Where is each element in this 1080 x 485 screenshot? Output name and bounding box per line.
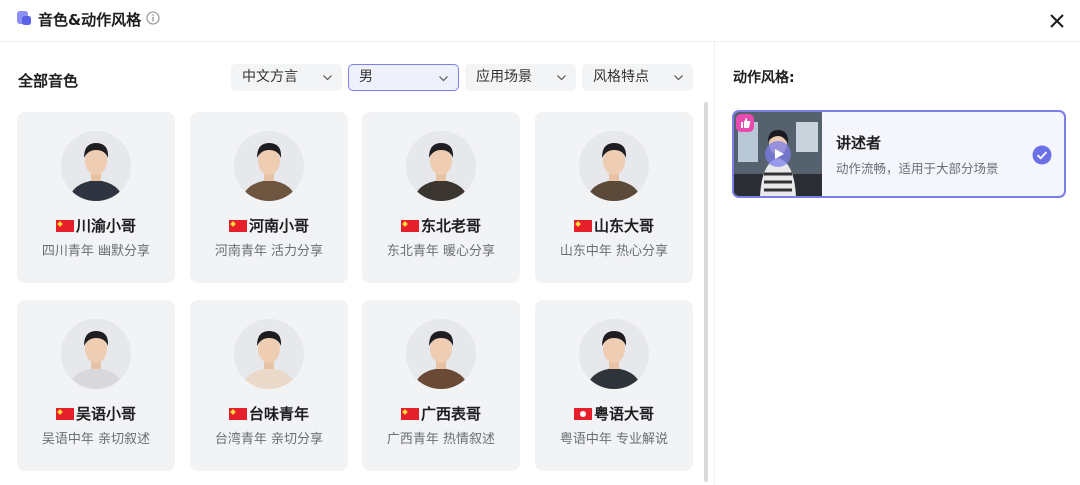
play-icon[interactable]: [765, 141, 791, 167]
chevron-down-icon: [674, 75, 683, 81]
style-description: 动作流畅，适用于大部分场景: [836, 161, 999, 176]
filter-label: 男: [359, 69, 373, 85]
flag-icon: [400, 408, 419, 420]
dialog-header: 音色&动作风格: [0, 0, 1080, 42]
voice-name: 粤语大哥: [535, 403, 693, 424]
chevron-down-icon: [323, 75, 332, 81]
filter-label: 风格特点: [593, 69, 649, 85]
filter-label: 中文方言: [242, 69, 298, 85]
chevron-down-icon: [557, 75, 566, 81]
person-avatar-icon: [579, 319, 649, 389]
voice-card[interactable]: 广西表哥 广西青年 热情叙述: [362, 300, 520, 471]
person-avatar-icon: [406, 131, 476, 201]
person-avatar-icon: [61, 319, 131, 389]
voice-description: 四川青年 幽默分享: [41, 244, 151, 259]
thumbs-up-icon: [736, 114, 754, 132]
voice-name: 东北老哥: [362, 215, 520, 236]
voice-bubble-icon: [17, 11, 31, 25]
voice-card[interactable]: 山东大哥 山东中年 热心分享: [535, 112, 693, 283]
flag-icon: [573, 408, 592, 420]
voice-description: 台湾青年 亲切分享: [214, 432, 324, 447]
avatar: [406, 319, 476, 389]
filter-label: 应用场景: [476, 69, 532, 85]
flag-icon: [400, 220, 419, 232]
info-icon[interactable]: [146, 11, 160, 25]
section-title: 全部音色: [18, 72, 79, 90]
person-avatar-icon: [406, 319, 476, 389]
avatar: [234, 131, 304, 201]
voice-card[interactable]: 吴语小哥 吴语中年 亲切叙述: [17, 300, 175, 471]
avatar: [579, 131, 649, 201]
style-thumbnail: [734, 112, 822, 196]
voice-card[interactable]: 河南小哥 河南青年 活力分享: [190, 112, 348, 283]
voice-description: 粤语中年 专业解说: [559, 432, 669, 447]
style-name: 讲述者: [836, 134, 882, 152]
voice-description: 吴语中年 亲切叙述: [41, 432, 151, 447]
voice-name-text: 河南小哥: [248, 217, 309, 235]
voice-name-text: 山东大哥: [593, 217, 654, 235]
voice-description: 广西青年 热情叙述: [386, 432, 496, 447]
voice-card[interactable]: 东北老哥 东北青年 暖心分享: [362, 112, 520, 283]
voice-card[interactable]: 台味青年 台湾青年 亲切分享: [190, 300, 348, 471]
panel-divider: [714, 42, 715, 485]
check-circle-icon: [1032, 145, 1052, 165]
voice-name: 台味青年: [190, 403, 348, 424]
dialog-title: 音色&动作风格: [38, 11, 142, 29]
voice-card[interactable]: 粤语大哥 粤语中年 专业解说: [535, 300, 693, 471]
person-avatar-icon: [234, 319, 304, 389]
person-avatar-icon: [61, 131, 131, 201]
filter-scenario[interactable]: 应用场景: [465, 64, 576, 91]
voice-name: 川渝小哥: [17, 215, 175, 236]
filter-gender[interactable]: 男: [348, 64, 459, 91]
flag-icon: [573, 220, 592, 232]
avatar: [406, 131, 476, 201]
voice-description: 东北青年 暖心分享: [386, 244, 496, 259]
action-style-card[interactable]: 讲述者 动作流畅，适用于大部分场景: [732, 110, 1066, 198]
flag-icon: [55, 408, 74, 420]
voice-description: 山东中年 热心分享: [559, 244, 669, 259]
close-icon[interactable]: [1046, 10, 1068, 32]
voice-name: 河南小哥: [190, 215, 348, 236]
voice-name-text: 吴语小哥: [75, 405, 136, 423]
person-avatar-icon: [234, 131, 304, 201]
flag-icon: [55, 220, 74, 232]
voice-description: 河南青年 活力分享: [214, 244, 324, 259]
filter-dialect[interactable]: 中文方言: [231, 64, 342, 91]
voice-name-text: 东北老哥: [420, 217, 481, 235]
voice-name-text: 川渝小哥: [75, 217, 136, 235]
voice-name-text: 台味青年: [248, 405, 309, 423]
person-avatar-icon: [579, 131, 649, 201]
action-style-title: 动作风格:: [733, 70, 795, 86]
avatar: [61, 319, 131, 389]
filter-style[interactable]: 风格特点: [582, 64, 693, 91]
voice-name-text: 粤语大哥: [593, 405, 654, 423]
voice-name: 吴语小哥: [17, 403, 175, 424]
voice-card[interactable]: 川渝小哥 四川青年 幽默分享: [17, 112, 175, 283]
avatar: [234, 319, 304, 389]
avatar: [61, 131, 131, 201]
voice-name: 广西表哥: [362, 403, 520, 424]
avatar: [579, 319, 649, 389]
scrollbar[interactable]: [704, 102, 708, 482]
voice-name-text: 广西表哥: [420, 405, 481, 423]
chevron-down-icon: [439, 76, 448, 82]
flag-icon: [228, 408, 247, 420]
voice-name: 山东大哥: [535, 215, 693, 236]
flag-icon: [228, 220, 247, 232]
